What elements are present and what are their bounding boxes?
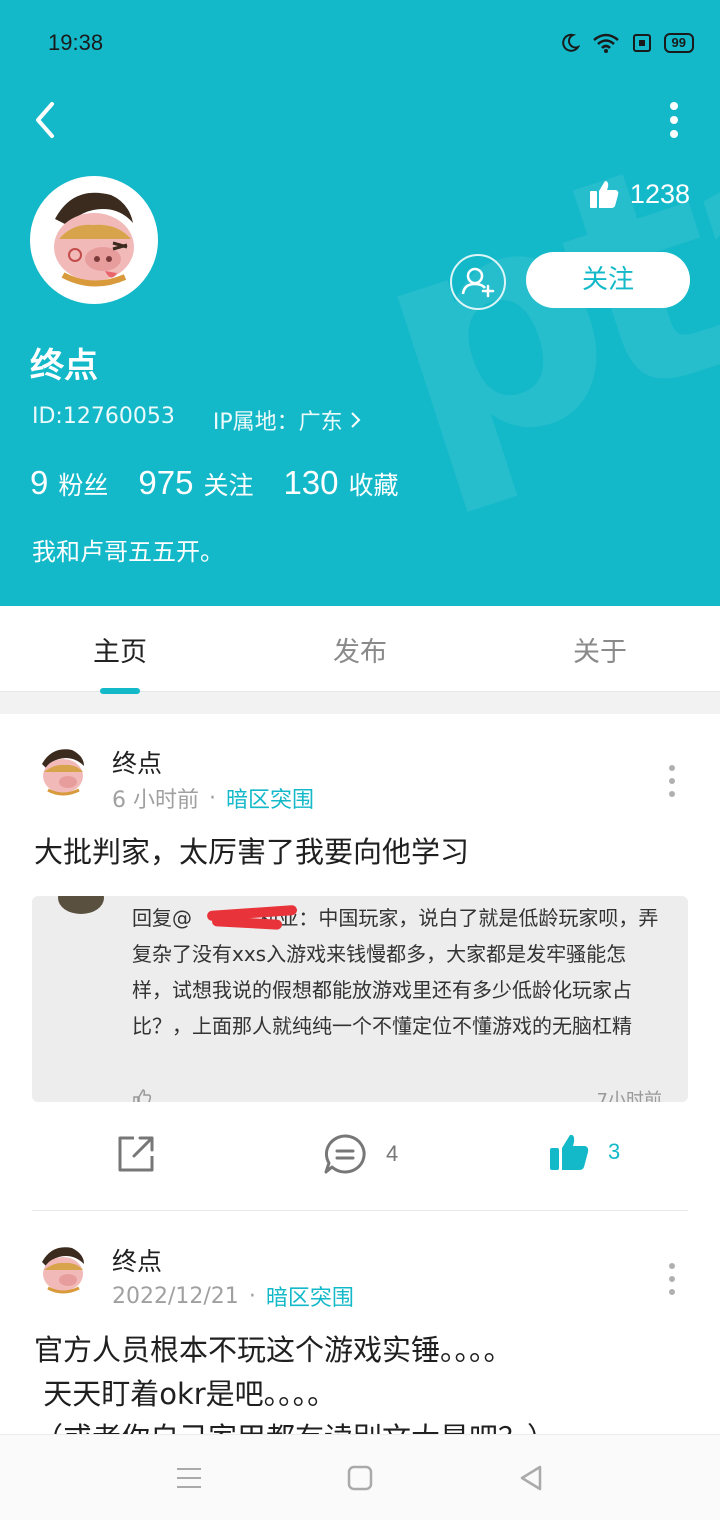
tab-posts[interactable]: 发布 bbox=[240, 630, 480, 669]
back-triangle-icon[interactable] bbox=[516, 1463, 546, 1493]
separator-dot: · bbox=[209, 785, 216, 811]
author-name[interactable]: 终点 bbox=[112, 744, 162, 780]
quoted-avatar bbox=[58, 896, 104, 914]
like-button[interactable]: 3 bbox=[548, 1132, 620, 1172]
author-name[interactable]: 终点 bbox=[112, 1242, 162, 1278]
post-feed: 终点 6 小时前 · 暗区突围 大批判家，太厉害了我要向他学习 回复@ 利亚：中… bbox=[0, 714, 720, 1434]
stat-number: 9 bbox=[30, 464, 49, 501]
tab-about[interactable]: 关于 bbox=[480, 630, 720, 669]
quoted-time: 7小时前 bbox=[596, 1090, 662, 1102]
add-user-icon bbox=[461, 267, 495, 298]
more-vertical-icon[interactable] bbox=[668, 1262, 676, 1296]
post-category[interactable]: 暗区突围 bbox=[266, 1280, 354, 1312]
share-icon bbox=[118, 1136, 154, 1172]
post-text: 官方人员根本不玩这个游戏实锤。。。。 天天盯着okr是吧。。。。 （或者你自己家… bbox=[34, 1333, 556, 1434]
profile-stats: 9 粉丝 975 关注 130 收藏 bbox=[30, 464, 399, 502]
likes-count: 1238 bbox=[629, 178, 690, 209]
total-likes: 1238 bbox=[588, 178, 690, 210]
profile-meta: ID:12760053 IP属地：广东 bbox=[32, 404, 362, 436]
more-vertical-icon[interactable] bbox=[668, 100, 680, 140]
comment-icon bbox=[324, 1134, 366, 1174]
post-meta: 6 小时前 · 暗区突围 bbox=[112, 782, 314, 814]
status-icons: 99 bbox=[560, 32, 694, 54]
post-actions: 4 3 bbox=[0, 1132, 720, 1182]
follow-button[interactable]: 关注 bbox=[526, 252, 690, 308]
status-bar: 19:38 99 bbox=[48, 28, 694, 62]
system-navigation-bar bbox=[0, 1434, 720, 1520]
separator-dot: · bbox=[248, 1283, 256, 1309]
stat-favorites[interactable]: 130 收藏 bbox=[283, 464, 398, 502]
back-arrow-icon[interactable] bbox=[26, 96, 66, 144]
share-button[interactable] bbox=[114, 1132, 158, 1176]
more-vertical-icon[interactable] bbox=[668, 764, 676, 798]
like-count: 3 bbox=[608, 1139, 621, 1164]
add-friend-button[interactable] bbox=[450, 254, 506, 310]
stat-label: 收藏 bbox=[348, 471, 399, 500]
post-time: 2022/12/21 bbox=[112, 1283, 239, 1309]
profile-tabs: 主页 发布 关于 bbox=[0, 606, 720, 694]
stat-following[interactable]: 975 关注 bbox=[138, 464, 253, 502]
thumbs-up-filled-icon bbox=[550, 1134, 589, 1170]
stat-number: 975 bbox=[138, 464, 194, 501]
author-avatar[interactable] bbox=[34, 1240, 92, 1298]
profile-nickname: 终点 bbox=[30, 346, 98, 386]
profile-bio: 我和卢哥五五开。 bbox=[32, 538, 224, 566]
author-avatar[interactable] bbox=[34, 742, 92, 800]
tab-home[interactable]: 主页 bbox=[0, 630, 240, 669]
thumbs-up-outline-icon bbox=[133, 1089, 152, 1102]
comment-button[interactable]: 4 bbox=[322, 1132, 398, 1176]
battery-indicator: 99 bbox=[663, 33, 694, 53]
post-category[interactable]: 暗区突围 bbox=[226, 782, 314, 814]
wifi-icon bbox=[592, 33, 619, 53]
moon-icon bbox=[561, 33, 580, 52]
home-square-icon[interactable] bbox=[345, 1463, 375, 1493]
profile-avatar[interactable] bbox=[30, 176, 158, 304]
comment-count: 4 bbox=[386, 1141, 399, 1166]
post-time: 6 小时前 bbox=[112, 788, 199, 813]
thumbs-up-icon bbox=[589, 181, 619, 208]
ip-location-text: IP属地：广东 bbox=[212, 410, 343, 435]
stat-fans[interactable]: 9 粉丝 bbox=[30, 464, 108, 502]
stat-label: 关注 bbox=[203, 471, 254, 500]
profile-header: pta 19:38 99 1238 关注 终点 ID:12760053 IP属地… bbox=[0, 0, 720, 606]
menu-icon[interactable] bbox=[174, 1463, 204, 1493]
chevron-right-icon bbox=[350, 412, 361, 428]
nfc-icon bbox=[632, 34, 651, 52]
quoted-screenshot[interactable]: 回复@ 利亚：中国玩家，说白了就是低龄玩家呗，弄复杂了没有xxs入游戏来钱慢都多… bbox=[32, 896, 688, 1102]
status-time: 19:38 bbox=[48, 30, 104, 55]
pig-avatar-icon bbox=[54, 192, 134, 287]
ip-location[interactable]: IP属地：广东 bbox=[213, 404, 362, 436]
tab-indicator bbox=[100, 688, 140, 694]
post-divider bbox=[32, 1210, 688, 1211]
post-meta: 2022/12/21 · 暗区突围 bbox=[112, 1280, 354, 1312]
stat-number: 130 bbox=[283, 464, 339, 501]
stat-label: 粉丝 bbox=[58, 471, 109, 500]
post-text: 大批判家，太厉害了我要向他学习 bbox=[34, 835, 470, 869]
user-id: ID:12760053 bbox=[32, 404, 175, 429]
